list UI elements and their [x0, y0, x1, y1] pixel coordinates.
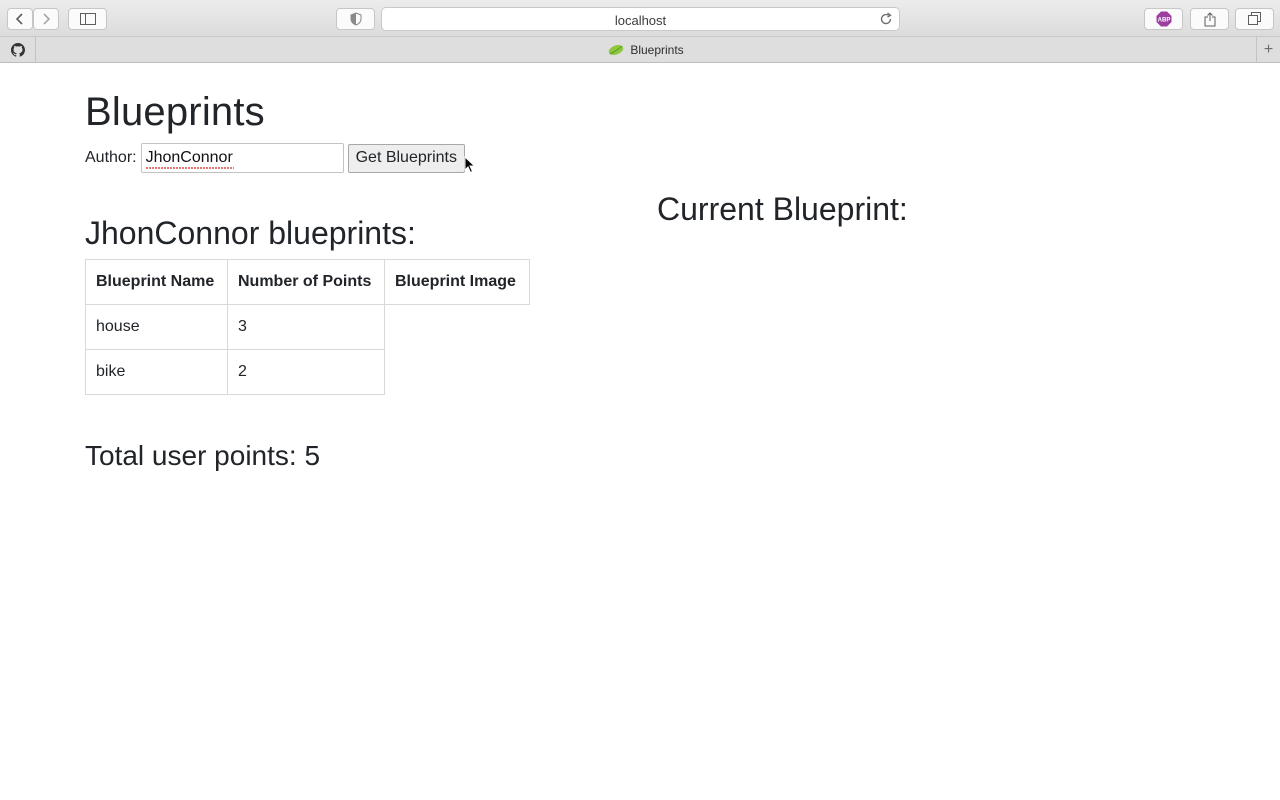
get-blueprints-button[interactable]: Get Blueprints — [347, 143, 465, 173]
forward-icon — [43, 13, 51, 25]
spellcheck-underline — [145, 167, 234, 170]
url-text: localhost — [614, 13, 667, 28]
author-label: Author: — [85, 149, 137, 166]
total-user-points: Total user points: 5 — [85, 440, 321, 471]
cell-image-empty — [385, 350, 530, 395]
plus-icon: + — [1263, 40, 1274, 58]
mouse-cursor-icon — [464, 156, 476, 174]
cell-points: 2 — [227, 349, 385, 395]
blueprints-table: Blueprint Name Number of Points Blueprin… — [85, 259, 530, 395]
share-button[interactable] — [1190, 8, 1229, 30]
address-bar[interactable]: localhost — [381, 7, 900, 31]
sidebar-button[interactable] — [68, 8, 107, 30]
page-title: Blueprints — [85, 90, 265, 134]
svg-text:ABP: ABP — [1157, 18, 1170, 24]
column-header-image: Blueprint Image — [384, 259, 530, 305]
back-icon — [15, 13, 23, 25]
new-tab-button[interactable]: + — [1256, 37, 1280, 62]
table-header-row: Blueprint Name Number of Points Blueprin… — [85, 259, 530, 305]
column-header-name: Blueprint Name — [85, 259, 228, 305]
back-button[interactable] — [7, 8, 33, 30]
table-row[interactable]: house 3 — [85, 304, 530, 350]
current-blueprint-heading: Current Blueprint: — [657, 191, 908, 227]
privacy-button[interactable] — [336, 8, 375, 30]
blueprints-heading: JhonConnor blueprints: — [85, 215, 416, 251]
cell-points: 3 — [227, 304, 385, 350]
author-input-value: JhonConnor — [145, 149, 233, 166]
column-header-points: Number of Points — [227, 259, 385, 305]
reload-icon[interactable] — [879, 12, 893, 26]
page-content: Blueprints Author: JhonConnor Get Bluepr… — [0, 63, 1280, 800]
author-input[interactable]: JhonConnor — [140, 143, 344, 173]
browser-toolbar: localhost ABP — [0, 0, 1280, 37]
shield-icon — [350, 12, 361, 26]
cell-name: bike — [85, 349, 228, 395]
cell-image-empty — [385, 305, 530, 350]
cell-name: house — [85, 304, 228, 350]
adblock-button[interactable]: ABP — [1144, 8, 1183, 30]
tabs-overview-button[interactable] — [1235, 8, 1274, 30]
tab-bar: Blueprints + — [0, 37, 1280, 63]
table-row[interactable]: bike 2 — [85, 349, 530, 395]
forward-button[interactable] — [33, 8, 59, 30]
pinned-tab-github[interactable] — [0, 37, 36, 62]
sidebar-icon — [79, 13, 96, 25]
tab-active[interactable]: Blueprints — [36, 37, 1256, 62]
tab-title-text: Blueprints — [630, 42, 684, 57]
share-icon — [1204, 11, 1215, 26]
tabs-overview-icon — [1247, 12, 1261, 25]
github-icon — [10, 42, 25, 57]
spring-leaf-icon — [609, 44, 624, 55]
author-form: Author: JhonConnor Get Blueprints — [85, 143, 465, 173]
adblock-icon: ABP — [1156, 11, 1171, 27]
